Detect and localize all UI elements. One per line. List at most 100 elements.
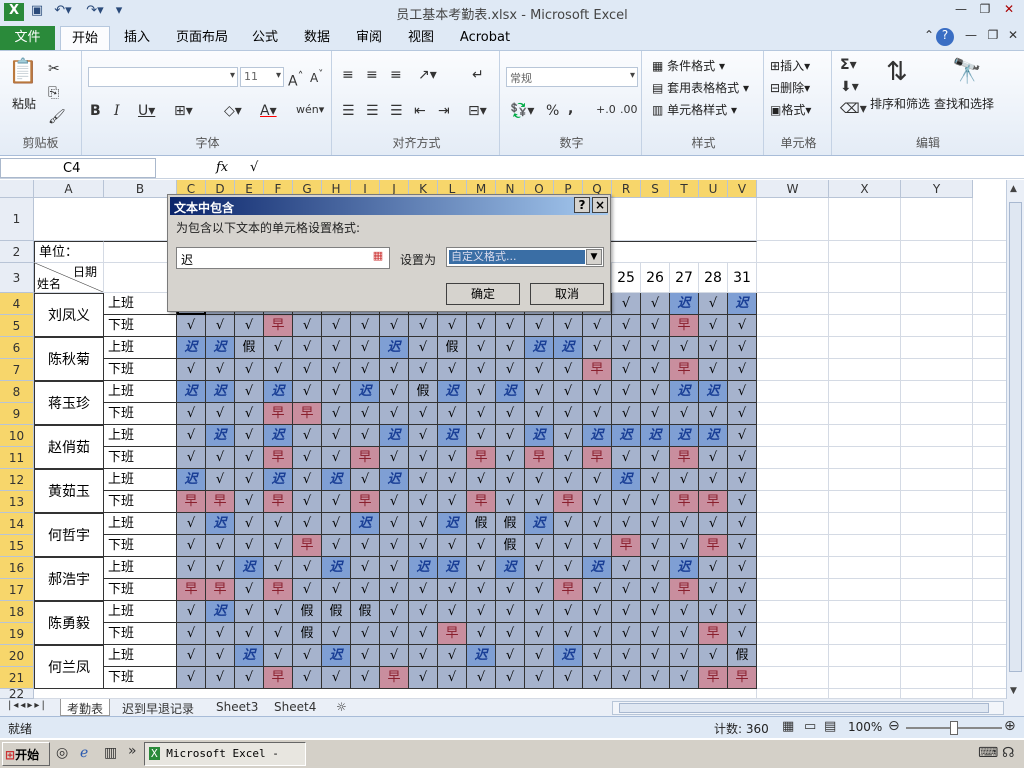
attendance-cell[interactable]: √ bbox=[612, 491, 641, 513]
tab-home[interactable]: 开始 bbox=[60, 26, 110, 50]
attendance-cell[interactable]: √ bbox=[264, 645, 293, 667]
paste-icon[interactable]: 📋 bbox=[8, 57, 38, 87]
attendance-cell[interactable]: √ bbox=[699, 469, 728, 491]
dialog-ok-button[interactable]: 确定 bbox=[446, 283, 520, 305]
row-header[interactable]: 5 bbox=[0, 315, 34, 337]
attendance-cell[interactable]: 早 bbox=[264, 491, 293, 513]
col-header[interactable]: Y bbox=[901, 180, 973, 198]
attendance-cell[interactable]: √ bbox=[177, 425, 206, 447]
attendance-cell[interactable]: √ bbox=[293, 645, 322, 667]
attendance-cell[interactable]: √ bbox=[351, 667, 380, 689]
grid-cell[interactable] bbox=[901, 293, 973, 315]
shift-label[interactable]: 下班 bbox=[104, 623, 177, 645]
attendance-cell[interactable]: √ bbox=[322, 315, 351, 337]
col-header[interactable]: S bbox=[641, 180, 670, 198]
clear-icon[interactable]: ⌫▾ bbox=[840, 101, 867, 117]
grid-cell[interactable] bbox=[829, 535, 901, 557]
attendance-cell[interactable]: √ bbox=[322, 403, 351, 425]
attendance-cell[interactable]: √ bbox=[206, 315, 235, 337]
attendance-cell[interactable]: √ bbox=[409, 667, 438, 689]
grid-cell[interactable] bbox=[757, 623, 829, 645]
attendance-cell[interactable]: 迟 bbox=[322, 557, 351, 579]
attendance-cell[interactable]: √ bbox=[409, 469, 438, 491]
attendance-cell[interactable]: 假 bbox=[496, 535, 525, 557]
grid-cell[interactable] bbox=[829, 557, 901, 579]
attendance-cell[interactable]: 早 bbox=[264, 579, 293, 601]
restore-icon[interactable]: ❐ bbox=[974, 2, 996, 20]
grid-cell[interactable] bbox=[829, 513, 901, 535]
attendance-cell[interactable]: √ bbox=[293, 579, 322, 601]
attendance-cell[interactable]: √ bbox=[496, 337, 525, 359]
attendance-cell[interactable]: √ bbox=[206, 645, 235, 667]
number-format-combo[interactable]: 常规 bbox=[506, 67, 638, 87]
attendance-cell[interactable]: 早 bbox=[583, 359, 612, 381]
row-header[interactable]: 8 bbox=[0, 381, 34, 403]
attendance-cell[interactable]: 迟 bbox=[438, 513, 467, 535]
attendance-cell[interactable]: √ bbox=[641, 315, 670, 337]
attendance-cell[interactable]: √ bbox=[322, 359, 351, 381]
attendance-cell[interactable]: √ bbox=[467, 667, 496, 689]
shift-label[interactable]: 下班 bbox=[104, 491, 177, 513]
format-as-table-button[interactable]: ▤ 套用表格格式 ▾ bbox=[652, 79, 749, 96]
attendance-cell[interactable]: 迟 bbox=[438, 381, 467, 403]
grid-cell[interactable] bbox=[757, 535, 829, 557]
attendance-cell[interactable]: √ bbox=[583, 667, 612, 689]
attendance-cell[interactable]: √ bbox=[235, 381, 264, 403]
attendance-cell[interactable]: √ bbox=[351, 403, 380, 425]
attendance-cell[interactable]: 早 bbox=[670, 359, 699, 381]
decrease-decimal-icon[interactable]: .00 bbox=[620, 103, 638, 116]
grid-cell[interactable] bbox=[901, 359, 973, 381]
attendance-cell[interactable]: 早 bbox=[612, 535, 641, 557]
underline-icon[interactable]: U▾ bbox=[138, 103, 155, 119]
cell-styles-button[interactable]: ▥ 单元格样式 ▾ bbox=[652, 101, 737, 118]
attendance-cell[interactable]: √ bbox=[409, 403, 438, 425]
attendance-cell[interactable]: 早 bbox=[264, 667, 293, 689]
grid-cell[interactable] bbox=[901, 263, 973, 293]
help-icon[interactable]: ? bbox=[936, 28, 954, 46]
attendance-cell[interactable]: √ bbox=[293, 557, 322, 579]
attendance-cell[interactable]: √ bbox=[380, 513, 409, 535]
doc-minimize-icon[interactable]: — bbox=[960, 28, 982, 46]
attendance-cell[interactable]: √ bbox=[293, 359, 322, 381]
employee-name[interactable]: 蒋玉珍 bbox=[34, 381, 104, 425]
attendance-cell[interactable]: √ bbox=[235, 623, 264, 645]
col-header[interactable]: R bbox=[612, 180, 641, 198]
find-select-icon[interactable]: 🔭 bbox=[952, 57, 982, 85]
insert-cells-button[interactable]: ⊞插入▾ bbox=[770, 57, 810, 74]
employee-name[interactable]: 郝浩宇 bbox=[34, 557, 104, 601]
attendance-cell[interactable]: √ bbox=[235, 667, 264, 689]
attendance-cell[interactable]: √ bbox=[467, 557, 496, 579]
attendance-cell[interactable]: √ bbox=[728, 623, 757, 645]
attendance-cell[interactable]: √ bbox=[293, 513, 322, 535]
row-header[interactable]: 9 bbox=[0, 403, 34, 425]
grid-cell[interactable] bbox=[757, 425, 829, 447]
formula-input[interactable]: √ bbox=[250, 160, 258, 175]
attendance-cell[interactable]: 早 bbox=[670, 579, 699, 601]
shift-label[interactable]: 上班 bbox=[104, 337, 177, 359]
attendance-cell[interactable]: √ bbox=[583, 513, 612, 535]
attendance-cell[interactable]: √ bbox=[351, 579, 380, 601]
attendance-cell[interactable]: √ bbox=[728, 381, 757, 403]
new-sheet-icon[interactable]: ☼ bbox=[330, 699, 353, 716]
employee-name[interactable]: 何哲宇 bbox=[34, 513, 104, 557]
grid-cell[interactable] bbox=[829, 263, 901, 293]
attendance-cell[interactable]: √ bbox=[612, 601, 641, 623]
attendance-cell[interactable]: 早 bbox=[583, 447, 612, 469]
attendance-cell[interactable]: 早 bbox=[467, 447, 496, 469]
shift-label[interactable]: 上班 bbox=[104, 513, 177, 535]
attendance-cell[interactable]: √ bbox=[235, 469, 264, 491]
attendance-cell[interactable]: √ bbox=[206, 359, 235, 381]
attendance-cell[interactable]: √ bbox=[380, 403, 409, 425]
attendance-cell[interactable]: √ bbox=[177, 601, 206, 623]
grid-cell[interactable] bbox=[901, 689, 973, 699]
grid-cell[interactable] bbox=[757, 241, 829, 263]
grid-cell[interactable] bbox=[901, 315, 973, 337]
grid-cell[interactable] bbox=[757, 491, 829, 513]
attendance-cell[interactable]: 迟 bbox=[322, 469, 351, 491]
attendance-cell[interactable]: √ bbox=[612, 623, 641, 645]
grid-cell[interactable] bbox=[757, 513, 829, 535]
attendance-cell[interactable]: √ bbox=[554, 667, 583, 689]
attendance-cell[interactable]: 早 bbox=[177, 491, 206, 513]
attendance-cell[interactable]: √ bbox=[670, 513, 699, 535]
attendance-cell[interactable]: √ bbox=[351, 315, 380, 337]
